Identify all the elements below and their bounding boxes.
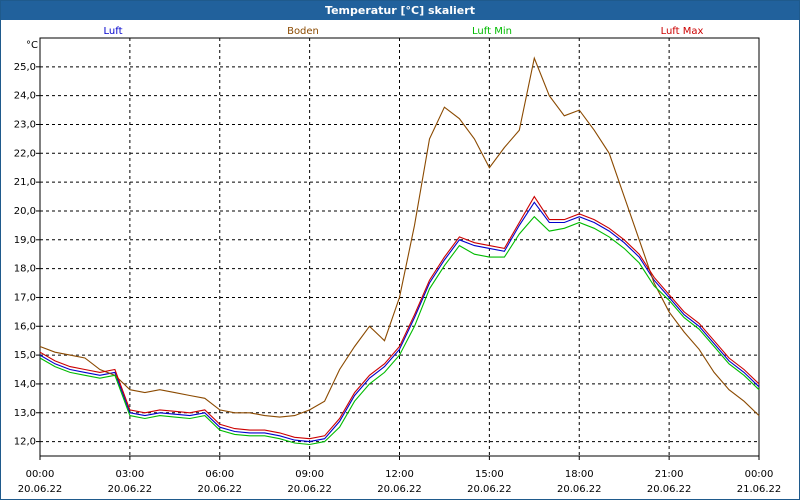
y-tick-label: 12,0 bbox=[14, 437, 36, 448]
x-tick-time: 00:00 bbox=[26, 469, 55, 480]
legend: Luft Boden Luft Min Luft Max bbox=[104, 26, 704, 37]
y-tick-label: 16,0 bbox=[14, 321, 36, 332]
y-tick-label: 22,0 bbox=[14, 148, 36, 159]
y-tick-label: 25,0 bbox=[14, 62, 36, 73]
axes bbox=[36, 37, 760, 460]
x-tick-time: 00:00 bbox=[745, 469, 774, 480]
x-tick-date: 20.06.22 bbox=[108, 484, 153, 495]
y-tick-label: 13,0 bbox=[14, 408, 36, 419]
x-tick-time: 03:00 bbox=[115, 469, 144, 480]
y-tick-labels: 12,0 13,0 14,0 15,0 16,0 17,0 18,0 19,0 20,0 21,0… bbox=[14, 62, 36, 448]
y-tick-label: 17,0 bbox=[14, 292, 36, 303]
x-tick-time: 12:00 bbox=[385, 469, 414, 480]
legend-item-luft-max: Luft Max bbox=[661, 26, 704, 37]
legend-item-luft: Luft bbox=[104, 26, 123, 37]
y-tick-label: 15,0 bbox=[14, 350, 36, 361]
line-chart: 12,0 13,0 14,0 15,0 16,0 17,0 18,0 19,0 20,0 21,0… bbox=[14, 26, 782, 495]
x-tick-date: 20.06.22 bbox=[197, 484, 242, 495]
legend-item-luft-min: Luft Min bbox=[472, 26, 512, 37]
y-tick-label: 23,0 bbox=[14, 119, 36, 130]
x-tick-labels: 00:00 20.06.22 03:00 20.06.22 06:00 20.06.22 0… bbox=[18, 469, 782, 495]
y-tick-label: 14,0 bbox=[14, 379, 36, 390]
x-tick-time: 21:00 bbox=[655, 469, 684, 480]
y-tick-label: 19,0 bbox=[14, 235, 36, 246]
x-tick-date: 20.06.22 bbox=[467, 484, 512, 495]
x-tick-time: 15:00 bbox=[475, 469, 504, 480]
y-tick-label: 24,0 bbox=[14, 91, 36, 102]
x-tick-time: 06:00 bbox=[205, 469, 234, 480]
x-tick-date: 20.06.22 bbox=[377, 484, 422, 495]
grid bbox=[40, 38, 759, 456]
x-tick-date: 21.06.22 bbox=[737, 484, 782, 495]
x-tick-time: 18:00 bbox=[565, 469, 594, 480]
y-tick-label: 21,0 bbox=[14, 177, 36, 188]
x-tick-date: 20.06.22 bbox=[18, 484, 63, 495]
x-tick-time: 09:00 bbox=[295, 469, 324, 480]
y-tick-label: 18,0 bbox=[14, 264, 36, 275]
legend-item-boden: Boden bbox=[287, 26, 319, 37]
x-tick-date: 20.06.22 bbox=[287, 484, 332, 495]
x-tick-date: 20.06.22 bbox=[557, 484, 602, 495]
x-tick-date: 20.06.22 bbox=[647, 484, 692, 495]
y-tick-label: 20,0 bbox=[14, 206, 36, 217]
y-axis-unit: °C bbox=[26, 40, 38, 51]
